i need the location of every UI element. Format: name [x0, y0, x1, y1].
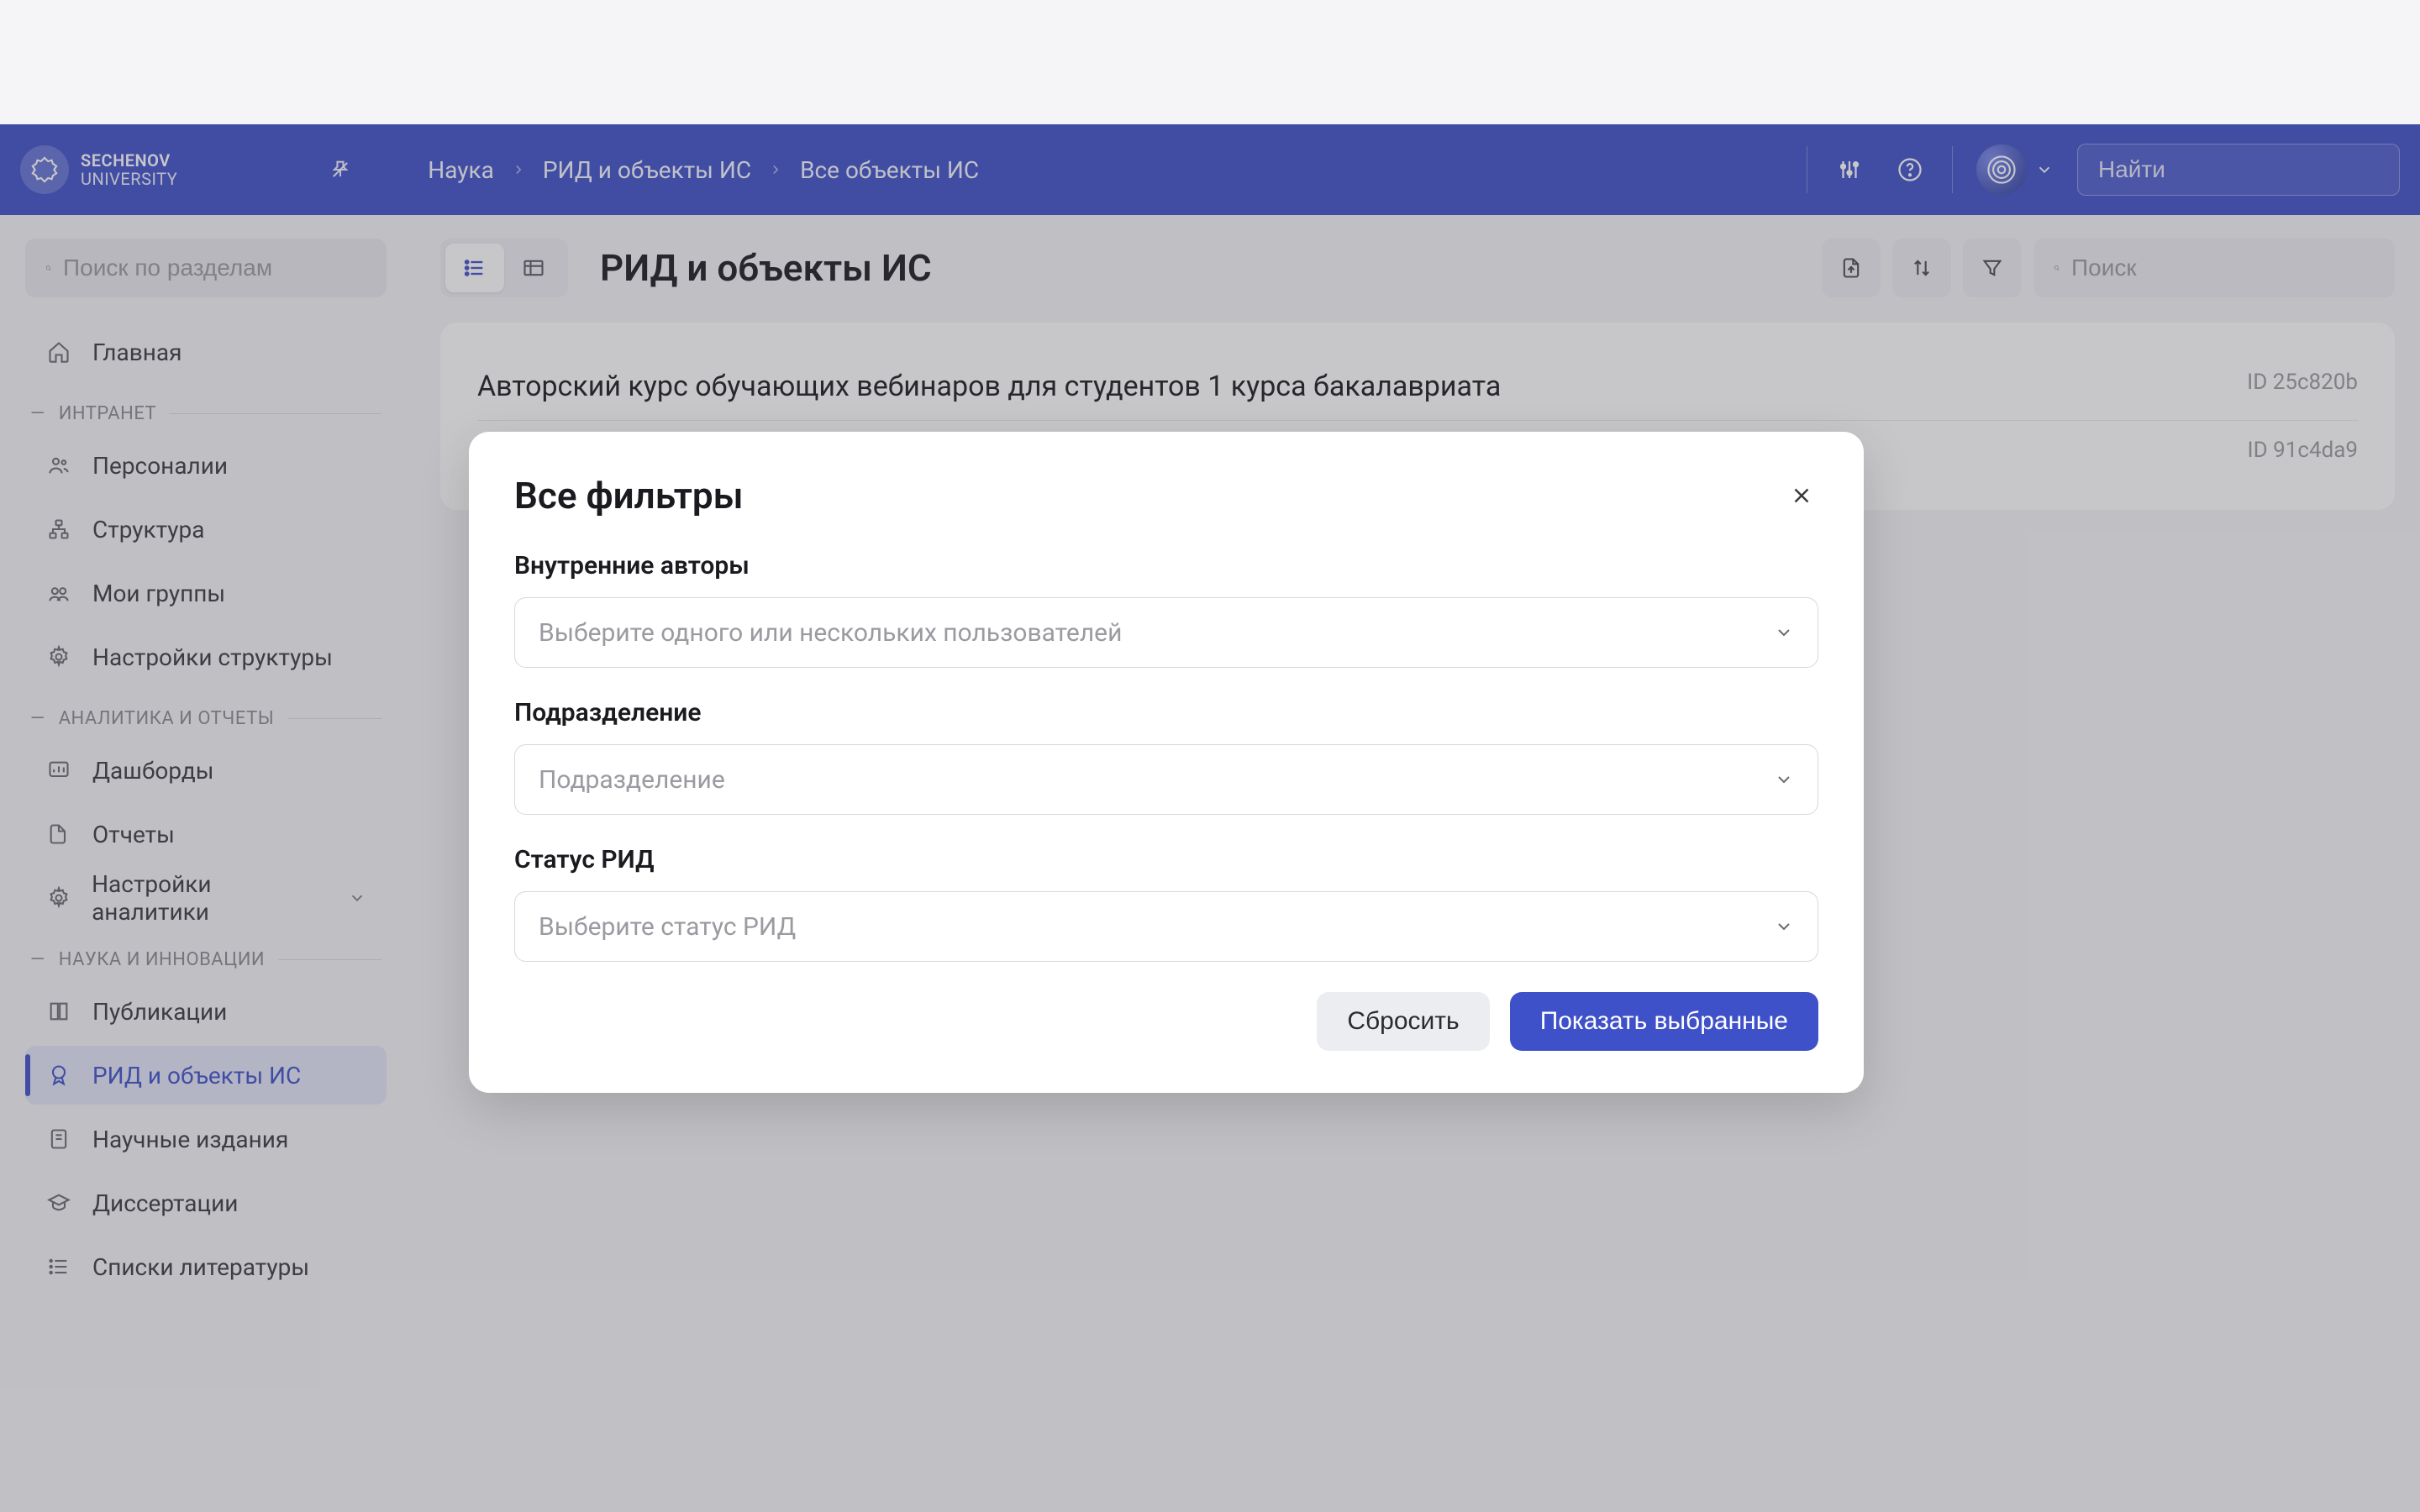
filter-department-select[interactable]: Подразделение — [514, 744, 1818, 815]
filter-placeholder: Выберите статус РИД — [539, 912, 796, 942]
chevron-down-icon — [1774, 769, 1794, 790]
close-icon — [1789, 483, 1814, 508]
apply-button[interactable]: Показать выбранные — [1510, 992, 1818, 1051]
filter-placeholder: Подразделение — [539, 765, 725, 795]
filters-modal: Все фильтры Внутренние авторы Выберите о… — [469, 432, 1864, 1093]
filter-department: Подразделение Подразделение — [514, 698, 1818, 815]
filter-label: Внутренние авторы — [514, 551, 1818, 580]
filter-authors: Внутренние авторы Выберите одного или не… — [514, 551, 1818, 668]
chevron-down-icon — [1774, 622, 1794, 643]
close-button[interactable] — [1785, 479, 1818, 512]
filter-placeholder: Выберите одного или нескольких пользоват… — [539, 618, 1122, 648]
filter-status-select[interactable]: Выберите статус РИД — [514, 891, 1818, 962]
chevron-down-icon — [1774, 916, 1794, 937]
filter-authors-select[interactable]: Выберите одного или нескольких пользоват… — [514, 597, 1818, 668]
filter-label: Статус РИД — [514, 845, 1818, 874]
filter-status: Статус РИД Выберите статус РИД — [514, 845, 1818, 962]
modal-title: Все фильтры — [514, 474, 744, 517]
reset-button[interactable]: Сбросить — [1317, 992, 1489, 1051]
filter-label: Подразделение — [514, 698, 1818, 727]
